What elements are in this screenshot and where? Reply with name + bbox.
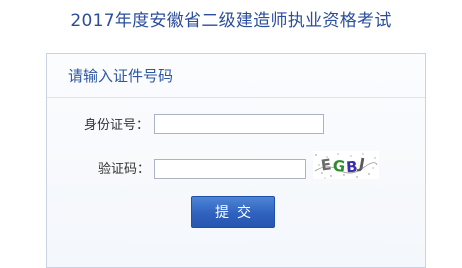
page-title: 2017年度安徽省二级建造师执业资格考试 (70, 11, 392, 31)
panel-header: 请输入证件号码 (47, 54, 425, 98)
id-number-input[interactable] (154, 114, 324, 134)
captcha-char: B (346, 158, 359, 177)
captcha-label: 验证码： (98, 162, 151, 177)
id-number-label: 身份证号： (84, 118, 150, 133)
captcha-char: G (332, 157, 346, 176)
panel-title: 请输入证件号码 (68, 67, 174, 85)
captcha-image[interactable]: E G B J (313, 151, 379, 179)
submit-button[interactable]: 提交 (191, 196, 275, 228)
certificate-query-panel: 请输入证件号码 身份证号： 验证码： E G B J 提交 (46, 53, 426, 268)
captcha-input[interactable] (154, 159, 306, 179)
